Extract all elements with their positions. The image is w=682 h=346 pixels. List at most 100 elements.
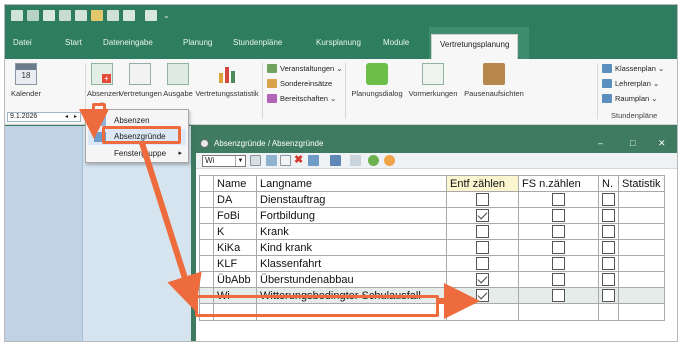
sondereinsaetze-button[interactable]: Sondereinsätze [267,79,332,88]
tab-kursplanung[interactable]: Kursplanung [316,35,361,51]
cell-langname[interactable]: Dienstauftrag [256,191,447,208]
tab-vertretungsplanung[interactable]: Vertretungsplanung [431,34,519,59]
veranstaltungen-button[interactable]: Veranstaltungen ⌄ [267,64,343,73]
fs-checkbox[interactable] [552,193,565,206]
entf-checkbox[interactable] [476,257,489,270]
print-icon[interactable] [59,10,71,21]
cell-langname[interactable]: Klassenfahrt [256,255,447,272]
cell-name[interactable]: K [213,223,257,240]
row-selector[interactable] [199,271,214,288]
cell-langname[interactable]: Kind krank [256,239,447,256]
vertretungsstatistik-button[interactable]: Vertretungsstatistik [195,63,259,98]
cell-name[interactable]: DA [213,191,257,208]
table-row[interactable]: KLF Klassenfahrt [199,255,665,272]
bereitschaften-button[interactable]: Bereitschaften ⌄ [267,94,336,103]
fs-checkbox[interactable] [552,209,565,222]
edit-icon[interactable] [308,155,319,166]
cell-statistik[interactable] [618,255,665,272]
entf-checkbox[interactable] [476,289,489,302]
cell-name[interactable]: KiKa [213,239,257,256]
entf-checkbox[interactable] [476,193,489,206]
kalender-button[interactable]: 18 Kalender [9,63,43,98]
n-checkbox[interactable] [602,209,615,222]
date-next-icon[interactable]: ▸ [74,113,77,121]
settings-icon[interactable] [368,155,379,166]
column-header-entf-zaehlen[interactable]: Entf zählen [446,175,519,192]
fs-checkbox[interactable] [552,241,565,254]
entf-checkbox[interactable] [476,225,489,238]
table-row[interactable]: K Krank [199,223,665,240]
klassenplan-button[interactable]: Klassenplan ⌄ [602,64,664,73]
cell-name[interactable]: KLF [213,255,257,272]
window-icon[interactable] [145,10,157,21]
row-selector[interactable] [199,207,214,224]
ausgabe-button[interactable]: Ausgabe [163,63,193,98]
raumplan-button[interactable]: Raumplan ⌄ [602,94,658,103]
tab-dateneingabe[interactable]: Dateneingabe [103,35,153,51]
date-field[interactable]: 9.1.2026 ◂ ▸ [7,112,81,122]
cell-statistik[interactable] [618,191,665,208]
cell-statistik[interactable] [618,223,665,240]
pointer-icon[interactable] [107,10,119,21]
save-icon[interactable] [11,10,23,21]
table-row[interactable]: FoBi Fortbildung [199,207,665,224]
chevron-down-icon[interactable]: ⌄ [163,10,171,21]
copy-icon[interactable] [123,10,135,21]
grid-icon[interactable] [266,155,277,166]
disk-icon[interactable] [27,10,39,21]
print-icon[interactable] [350,155,361,166]
row-selector[interactable] [199,239,214,256]
cell-statistik[interactable] [618,287,665,304]
preview-icon[interactable] [75,10,87,21]
new-icon[interactable] [280,155,291,166]
n-checkbox[interactable] [602,273,615,286]
cell-langname[interactable]: Fortbildung [256,207,447,224]
table-row[interactable]: KiKa Kind krank [199,239,665,256]
entf-checkbox[interactable] [476,273,489,286]
vormerkungen-button[interactable]: Vormerkungen [407,63,459,98]
planungsdialog-button[interactable]: Planungsdialog [349,63,405,98]
empty-cell[interactable] [618,303,665,321]
column-header-statistik[interactable]: Statistik [618,175,665,192]
sort-icon[interactable] [330,155,341,166]
tab-stundenplaene[interactable]: Stundenpläne [233,35,282,51]
row-selector[interactable] [199,223,214,240]
tab-module[interactable]: Module [383,35,409,51]
search-icon[interactable] [384,155,395,166]
n-checkbox[interactable] [602,241,615,254]
cell-statistik[interactable] [618,239,665,256]
minimize-button[interactable]: – [598,134,603,152]
date-prev-icon[interactable]: ◂ [65,113,68,121]
maximize-button[interactable]: □ [630,134,635,152]
cell-langname[interactable]: Überstundenabbau [256,271,447,288]
row-selector[interactable] [199,191,214,208]
close-button[interactable]: ✕ [658,134,666,152]
fs-checkbox[interactable] [552,257,565,270]
column-header-n[interactable]: N. [598,175,619,192]
chevron-down-icon[interactable]: ▼ [235,156,245,166]
folder-icon[interactable] [91,10,103,21]
entf-checkbox[interactable] [476,209,489,222]
empty-cell[interactable] [446,303,519,321]
column-header-fs-n-zaehlen[interactable]: FS n.zählen [518,175,599,192]
n-checkbox[interactable] [602,193,615,206]
element-select[interactable]: Wi ▼ [202,155,246,167]
cell-langname[interactable]: Krank [256,223,447,240]
fs-checkbox[interactable] [552,289,565,302]
tab-planung[interactable]: Planung [183,35,212,51]
fs-checkbox[interactable] [552,225,565,238]
row-selector[interactable] [199,255,214,272]
empty-cell[interactable] [598,303,619,321]
cell-name[interactable]: ÜbAbb [213,271,257,288]
cell-name[interactable]: FoBi [213,207,257,224]
stepper-icon[interactable] [250,155,261,166]
delete-icon[interactable]: ✖ [294,155,305,166]
tab-start[interactable]: Start [65,35,82,51]
column-header-langname[interactable]: Langname [256,175,447,192]
pausenaufsichten-button[interactable]: Pausenaufsichten [461,63,527,98]
entf-checkbox[interactable] [476,241,489,254]
vertretungen-button[interactable]: Vertretungen [119,63,162,98]
table-row[interactable]: DA Dienstauftrag [199,191,665,208]
fs-checkbox[interactable] [552,273,565,286]
menu-item-fenstergruppe[interactable]: Fenstergruppe ▸ [88,146,186,162]
